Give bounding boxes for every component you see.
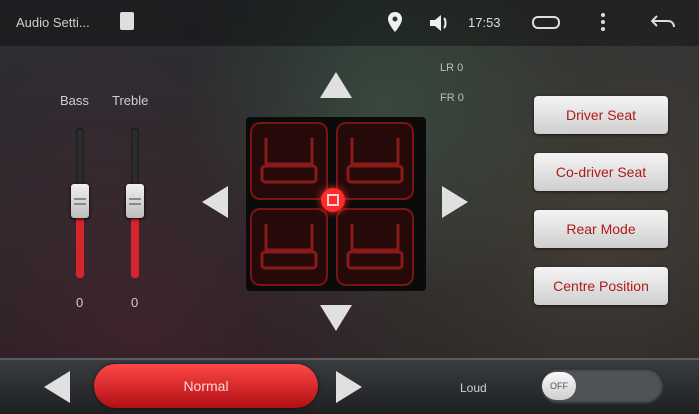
clock-time: 17:53 bbox=[468, 15, 501, 30]
centre-position-button[interactable]: Centre Position bbox=[534, 267, 668, 305]
treble-slider-thumb[interactable] bbox=[126, 184, 144, 218]
seat-rear-left[interactable] bbox=[250, 208, 328, 286]
driver-seat-button[interactable]: Driver Seat bbox=[534, 96, 668, 134]
lr-readout: LR 0 bbox=[440, 62, 464, 74]
fr-readout: FR 0 bbox=[440, 92, 464, 104]
back-icon[interactable] bbox=[650, 13, 677, 31]
bass-label: Bass bbox=[60, 93, 89, 108]
balance-point[interactable] bbox=[321, 188, 345, 212]
arrow-down-icon[interactable] bbox=[320, 305, 352, 331]
rear-mode-button[interactable]: Rear Mode bbox=[534, 210, 668, 248]
arrow-up-icon[interactable] bbox=[320, 72, 352, 98]
app-title: Audio Setti... bbox=[16, 15, 90, 30]
status-bar bbox=[0, 0, 699, 46]
co-driver-seat-button[interactable]: Co-driver Seat bbox=[534, 153, 668, 191]
eq-prev-arrow-icon[interactable] bbox=[44, 371, 70, 403]
treble-value: 0 bbox=[131, 295, 139, 310]
arrow-left-icon[interactable] bbox=[202, 186, 228, 218]
location-icon bbox=[388, 12, 402, 32]
document-icon bbox=[120, 12, 134, 30]
seat-front-right[interactable] bbox=[336, 122, 414, 200]
volume-icon[interactable] bbox=[430, 14, 452, 32]
eq-next-arrow-icon[interactable] bbox=[336, 371, 362, 403]
loud-toggle-knob: OFF bbox=[542, 372, 576, 400]
seat-front-left[interactable] bbox=[250, 122, 328, 200]
eq-mode-button[interactable]: Normal bbox=[94, 364, 318, 408]
home-icon[interactable] bbox=[531, 13, 561, 31]
bass-slider-thumb[interactable] bbox=[71, 184, 89, 218]
arrow-right-icon[interactable] bbox=[442, 186, 468, 218]
menu-icon[interactable] bbox=[600, 12, 606, 32]
bass-value: 0 bbox=[76, 295, 84, 310]
loud-toggle[interactable]: OFF bbox=[540, 368, 664, 404]
seat-rear-right[interactable] bbox=[336, 208, 414, 286]
loud-label: Loud bbox=[460, 381, 487, 395]
treble-label: Treble bbox=[112, 93, 149, 108]
